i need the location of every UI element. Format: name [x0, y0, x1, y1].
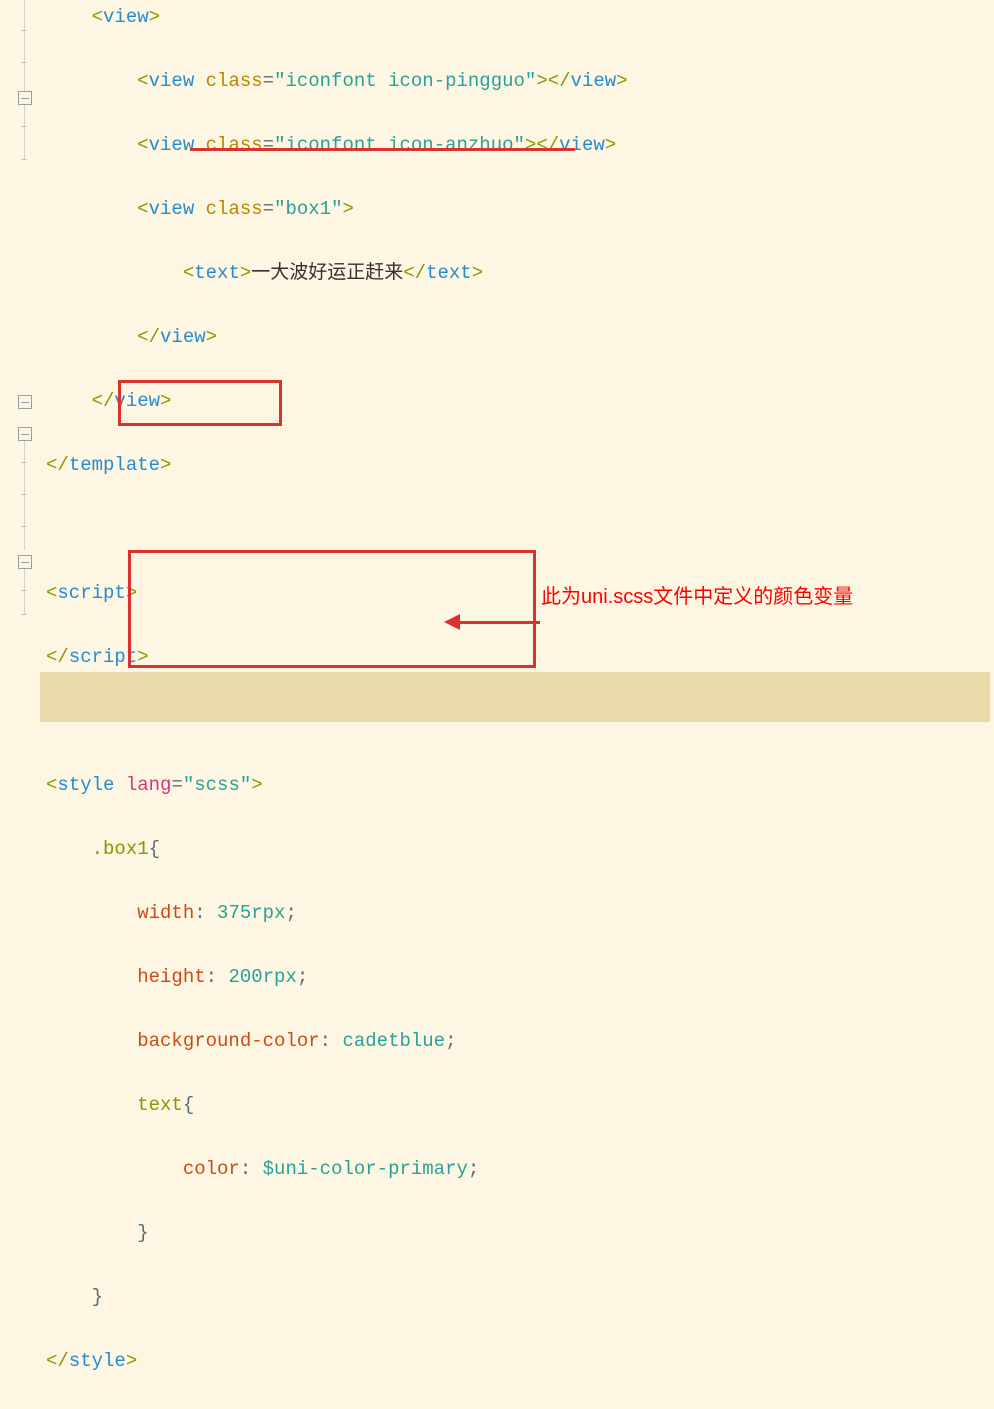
fold-guide: [24, 568, 25, 614]
code-line: }: [46, 1217, 628, 1249]
code-line: .box1{: [46, 833, 628, 865]
fold-guide: [24, 0, 25, 93]
code-line: [46, 513, 628, 545]
fold-gutter: [0, 0, 38, 724]
code-line: <style lang="scss">: [46, 769, 628, 801]
annotation-arrow: [460, 621, 540, 624]
annotation-underline: [190, 148, 575, 151]
code-line: <view>: [46, 1, 628, 33]
fold-guide: [24, 440, 25, 550]
code-line: <view class="box1">: [46, 193, 628, 225]
code-line: width: 375rpx;: [46, 897, 628, 929]
code-line: height: 200rpx;: [46, 961, 628, 993]
code-line: }: [46, 1281, 628, 1313]
fold-guide: [24, 104, 25, 160]
code-line: <view class="iconfont icon-anzhuo"></vie…: [46, 129, 628, 161]
code-line: </view>: [46, 385, 628, 417]
fold-toggle[interactable]: [18, 395, 32, 409]
code-line: </view>: [46, 321, 628, 353]
code-line: </template>: [46, 449, 628, 481]
code-line: <view class="iconfont icon-pingguo"></vi…: [46, 65, 628, 97]
code-line: <text>一大波好运正赶来</text>: [46, 257, 628, 289]
code-line: </script>: [46, 641, 628, 673]
code-line: text{: [46, 1089, 628, 1121]
fold-toggle[interactable]: [18, 91, 32, 105]
fold-toggle[interactable]: [18, 555, 32, 569]
selection-highlight: [40, 672, 990, 722]
code-line: </style>: [46, 1345, 628, 1377]
annotation-label: 此为uni.scss文件中定义的颜色变量: [541, 581, 853, 613]
code-line: color: $uni-color-primary;: [46, 1153, 628, 1185]
fold-toggle[interactable]: [18, 427, 32, 441]
annotation-arrow-head: [444, 614, 460, 630]
code-line: background-color: cadetblue;: [46, 1025, 628, 1057]
